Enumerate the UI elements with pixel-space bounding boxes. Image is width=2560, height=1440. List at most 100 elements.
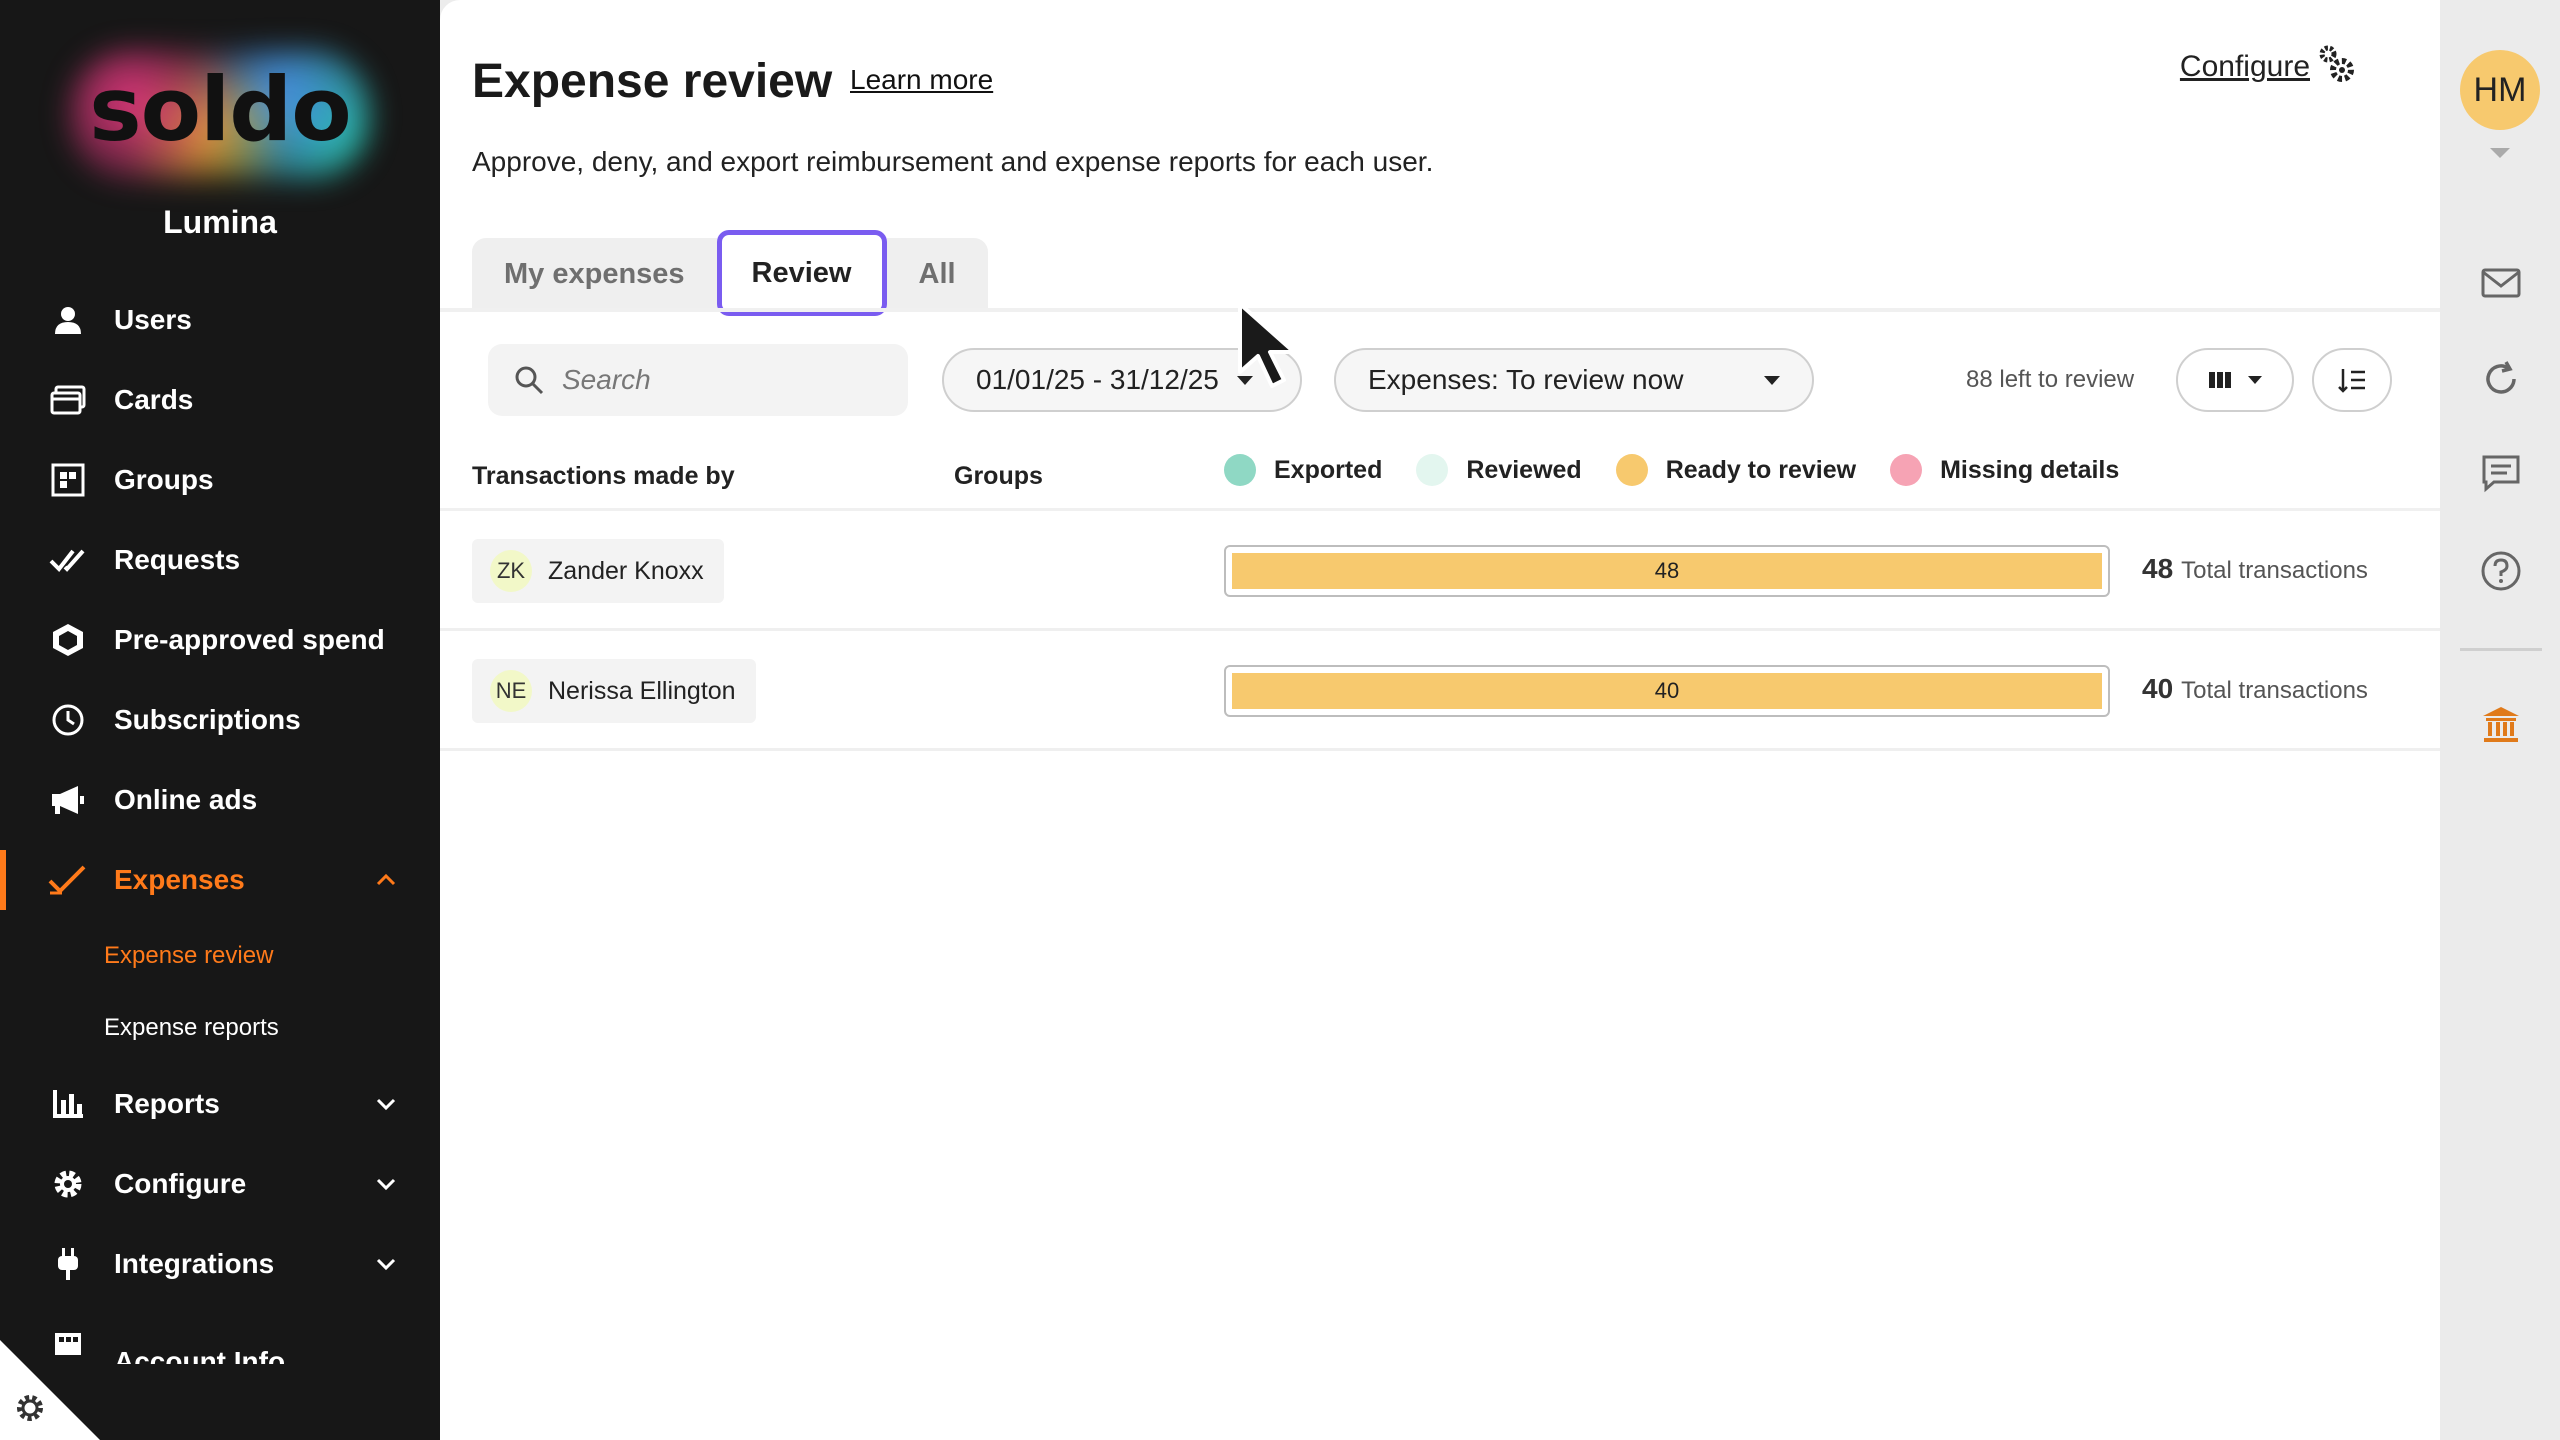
expenses-check-icon bbox=[48, 860, 88, 900]
avatar: NE bbox=[490, 670, 532, 712]
gear-icon bbox=[48, 1164, 88, 1204]
plug-icon bbox=[48, 1244, 88, 1284]
sidebar-item-groups[interactable]: Groups bbox=[0, 440, 440, 520]
sidebar-item-reports[interactable]: Reports bbox=[0, 1064, 440, 1144]
megaphone-icon bbox=[48, 780, 88, 820]
chevron-down-icon bbox=[376, 1098, 396, 1111]
tab-all[interactable]: All bbox=[886, 238, 988, 310]
sidebar-item-label: Configure bbox=[114, 1168, 247, 1199]
user-chip[interactable]: NE Nerissa Ellington bbox=[472, 659, 756, 723]
total-count: 40 bbox=[2142, 673, 2174, 704]
sidebar-item-account-info[interactable]: Account Info bbox=[0, 1304, 440, 1364]
caret-down-icon bbox=[1764, 375, 1780, 385]
sidebar-item-users[interactable]: Users bbox=[0, 280, 440, 360]
sort-list-icon bbox=[2338, 369, 2365, 393]
search-input[interactable] bbox=[562, 364, 882, 396]
sidebar-item-online-ads[interactable]: Online ads bbox=[0, 760, 440, 840]
left-to-review-count: 88 left to review bbox=[1966, 366, 2135, 393]
total-transactions: 48 Total transactions bbox=[2142, 553, 2368, 585]
sidebar-subitem-expense-review[interactable]: Expense review bbox=[0, 920, 440, 992]
date-range-value: 01/01/25 - 31/12/25 bbox=[976, 364, 1219, 395]
sidebar-item-label: Account Info bbox=[114, 1346, 286, 1364]
sidebar: soldo Lumina Users Cards Groups Requests bbox=[0, 0, 440, 1440]
user-name: Zander Knoxx bbox=[548, 556, 704, 585]
bank-icon[interactable] bbox=[2480, 704, 2522, 746]
mail-icon[interactable] bbox=[2480, 262, 2522, 304]
sidebar-item-cards[interactable]: Cards bbox=[0, 360, 440, 440]
search-box[interactable] bbox=[488, 344, 908, 416]
main-content: Expense review Learn more Approve, deny,… bbox=[440, 0, 2440, 1440]
sidebar-item-expenses[interactable]: Expenses bbox=[0, 840, 440, 920]
user-icon bbox=[48, 300, 88, 340]
help-icon[interactable] bbox=[2480, 550, 2522, 592]
sort-button[interactable] bbox=[2312, 348, 2392, 412]
page-subtitle: Approve, deny, and export reimbursement … bbox=[472, 146, 1434, 177]
cards-icon bbox=[48, 380, 88, 420]
chevron-down-icon bbox=[376, 1178, 396, 1191]
total-count: 48 bbox=[2142, 553, 2174, 584]
sidebar-item-label: Cards bbox=[114, 384, 194, 415]
legend-label: Exported bbox=[1274, 455, 1383, 484]
right-rail: HM bbox=[2440, 0, 2560, 1440]
columns-view-button[interactable] bbox=[2176, 348, 2294, 412]
legend-dot bbox=[1416, 454, 1449, 486]
caret-down-icon[interactable] bbox=[2490, 148, 2510, 158]
sidebar-item-label: Pre-approved spend bbox=[114, 624, 385, 655]
company-name: Lumina bbox=[163, 204, 277, 240]
sidebar-item-integrations[interactable]: Integrations bbox=[0, 1224, 440, 1304]
legend-dot bbox=[1224, 454, 1256, 486]
legend-dot bbox=[1615, 454, 1648, 486]
toolbar: 01/01/25 - 31/12/25 Expenses: To review … bbox=[440, 344, 2440, 416]
table-row[interactable]: NE Nerissa Ellington 40 40 Total transac… bbox=[440, 631, 2440, 751]
legend-ready-to-review: Ready to review bbox=[1615, 454, 1857, 486]
ready-to-review-segment: 40 bbox=[1232, 673, 2102, 709]
tab-my-expenses[interactable]: My expenses bbox=[472, 238, 717, 310]
user-avatar[interactable]: HM bbox=[2460, 50, 2540, 130]
sidebar-item-label: Subscriptions bbox=[114, 704, 301, 735]
rail-divider bbox=[2460, 648, 2542, 651]
learn-more-link[interactable]: Learn more bbox=[850, 64, 993, 96]
legend-label: Missing details bbox=[1940, 455, 2120, 484]
mouse-cursor-icon bbox=[1238, 302, 1296, 388]
sidebar-item-label: Integrations bbox=[114, 1248, 275, 1279]
sidebar-item-label: Reports bbox=[114, 1088, 220, 1119]
chevron-down-icon bbox=[376, 1258, 396, 1271]
transactions-status-bar[interactable]: 40 bbox=[1224, 665, 2110, 717]
page-title: Expense review bbox=[472, 55, 833, 108]
sidebar-subitem-expense-reports[interactable]: Expense reports bbox=[0, 992, 440, 1064]
expense-filter-dropdown[interactable]: Expenses: To review now bbox=[1334, 348, 1814, 412]
chat-icon[interactable] bbox=[2480, 452, 2522, 494]
soldo-logo: soldo bbox=[60, 40, 380, 200]
sidebar-item-label: Groups bbox=[114, 464, 214, 495]
legend-dot bbox=[1890, 454, 1923, 486]
sidebar-item-configure[interactable]: Configure bbox=[0, 1144, 440, 1224]
search-icon bbox=[515, 366, 544, 395]
legend-label: Ready to review bbox=[1665, 455, 1857, 484]
refresh-icon[interactable] bbox=[2480, 358, 2522, 400]
sidebar-nav: Users Cards Groups Requests Pre-approved… bbox=[0, 280, 440, 1364]
tab-review[interactable]: Review bbox=[716, 230, 887, 316]
total-label: Total transactions bbox=[2181, 677, 2368, 704]
user-chip[interactable]: ZK Zander Knoxx bbox=[472, 539, 724, 603]
settings-gear-icon[interactable] bbox=[14, 1392, 46, 1424]
sidebar-item-label: Online ads bbox=[114, 784, 258, 815]
chevron-up-icon bbox=[376, 873, 396, 886]
bar-chart-icon bbox=[48, 1084, 88, 1124]
sidebar-item-requests[interactable]: Requests bbox=[0, 520, 440, 600]
configure-link[interactable]: Configure bbox=[2180, 50, 2310, 84]
sidebar-item-pre-approved-spend[interactable]: Pre-approved spend bbox=[0, 600, 440, 680]
table-row[interactable]: ZK Zander Knoxx 48 48 Total transactions bbox=[440, 511, 2440, 631]
sidebar-item-label: Users bbox=[114, 304, 192, 335]
subscriptions-icon bbox=[48, 700, 88, 740]
status-legend: Exported Reviewed Ready to review Missin… bbox=[1224, 454, 2153, 486]
gears-icon[interactable] bbox=[2316, 44, 2360, 88]
legend-label: Reviewed bbox=[1466, 455, 1582, 484]
sidebar-item-subscriptions[interactable]: Subscriptions bbox=[0, 680, 440, 760]
sidebar-item-label: Expenses bbox=[114, 864, 245, 895]
avatar: ZK bbox=[490, 550, 532, 592]
account-info-icon bbox=[48, 1324, 88, 1364]
ready-to-review-segment: 48 bbox=[1232, 553, 2102, 589]
column-header-user: Transactions made by bbox=[472, 462, 735, 490]
tab-bar: My expenses Review All bbox=[472, 230, 988, 316]
transactions-status-bar[interactable]: 48 bbox=[1224, 545, 2110, 597]
